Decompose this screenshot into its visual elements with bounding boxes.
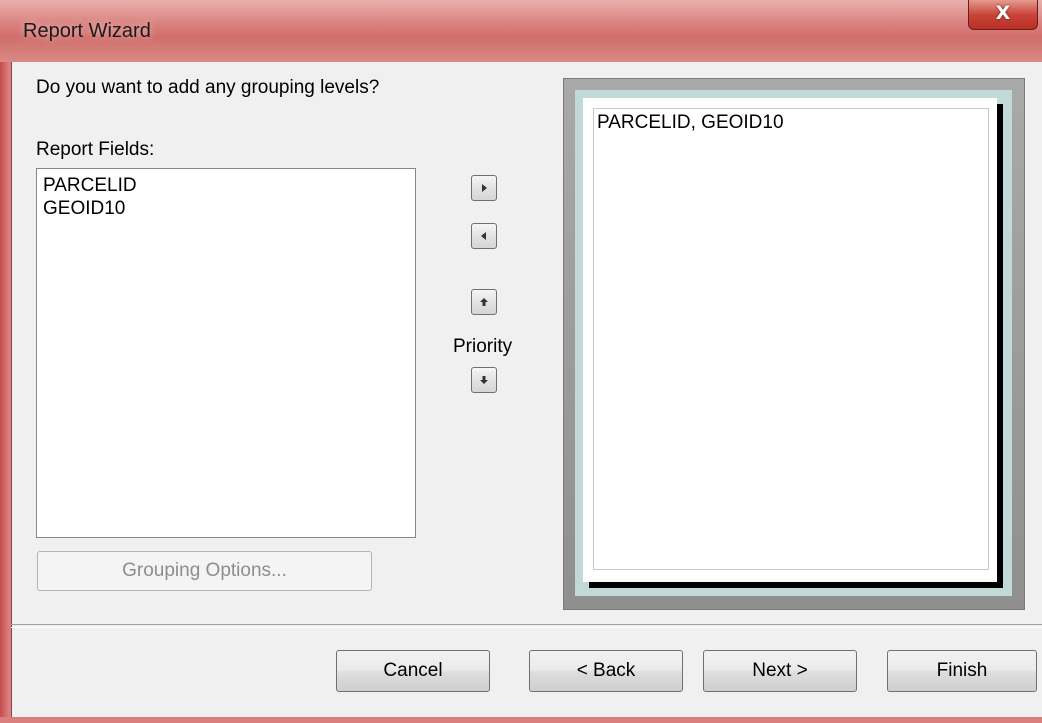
grouping-preview-frame: PARCELID, GEOID10	[563, 78, 1025, 610]
left-arrow-icon	[481, 232, 486, 240]
next-button[interactable]: Next >	[703, 650, 857, 692]
preview-page: PARCELID, GEOID10	[583, 98, 997, 582]
preview-mat: PARCELID, GEOID10	[575, 90, 1012, 596]
close-button[interactable]: X	[968, 0, 1038, 30]
close-icon: X	[995, 2, 1011, 24]
report-fields-list[interactable]: PARCELID GEOID10	[36, 168, 416, 538]
up-arrow-icon	[480, 298, 488, 306]
add-field-button[interactable]	[471, 175, 497, 201]
cancel-button[interactable]: Cancel	[336, 650, 490, 692]
priority-up-button[interactable]	[471, 289, 497, 315]
grouping-options-button[interactable]: Grouping Options...	[37, 551, 372, 591]
window-title: Report Wizard	[23, 20, 151, 42]
window-frame-bottom	[0, 717, 1042, 723]
list-item[interactable]: PARCELID	[43, 174, 415, 197]
remove-field-button[interactable]	[471, 223, 497, 249]
report-wizard-window: Report Wizard X Do you want to add any g…	[0, 0, 1042, 723]
title-bar[interactable]: Report Wizard X	[0, 0, 1042, 62]
back-button[interactable]: < Back	[529, 650, 683, 692]
finish-button[interactable]: Finish	[887, 650, 1037, 692]
list-item[interactable]: GEOID10	[43, 197, 415, 220]
page-question: Do you want to add any grouping levels?	[36, 77, 380, 98]
priority-label: Priority	[453, 336, 513, 357]
down-arrow-icon	[480, 376, 488, 384]
preview-grouping-text: PARCELID, GEOID10	[597, 112, 784, 133]
preview-page-border	[593, 108, 989, 570]
right-arrow-icon	[482, 184, 487, 192]
priority-down-button[interactable]	[471, 367, 497, 393]
report-fields-label: Report Fields:	[36, 139, 155, 160]
button-separator	[11, 624, 1042, 628]
